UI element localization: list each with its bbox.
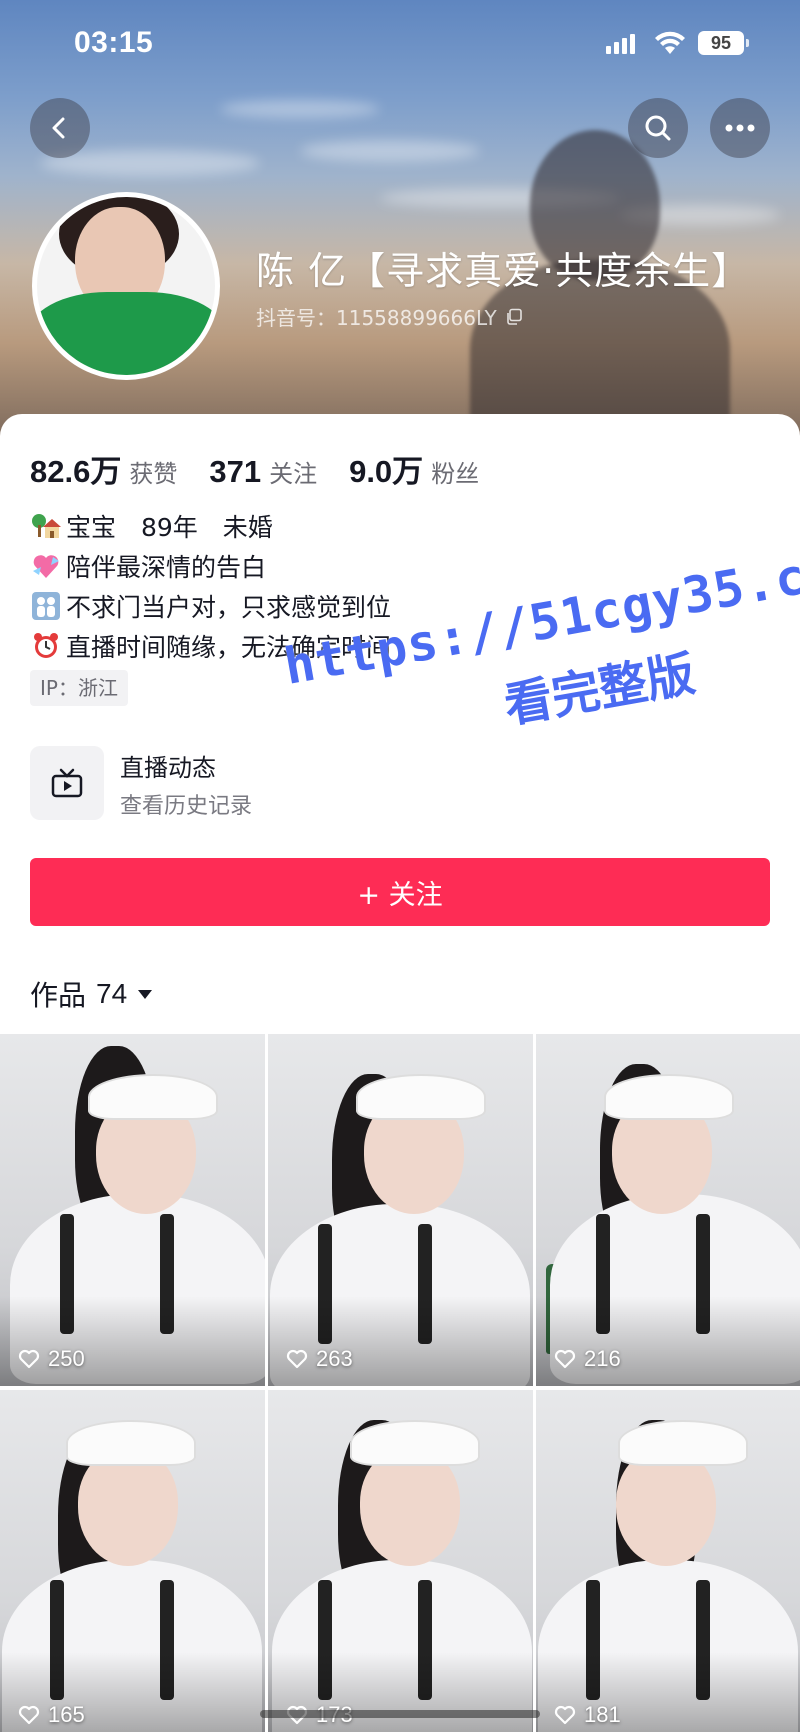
video-likes-count: 216 [584, 1346, 621, 1371]
profile-card: 82.6万 获赞 371 关注 9.0万 粉丝 宝宝 89年 未婚 陪伴最深情的… [0, 414, 800, 1034]
video-likes: 165 [18, 1702, 85, 1728]
heart-outline-icon [554, 1349, 576, 1369]
search-button[interactable] [628, 98, 688, 158]
signal-icon [606, 32, 636, 54]
more-dots-icon [725, 124, 755, 132]
douyin-id-value: 11558899666LY [336, 306, 497, 330]
tab-works[interactable]: 作品 74 [30, 974, 153, 1014]
bio-text: 陪伴最深情的告白 [66, 553, 267, 582]
more-button[interactable] [710, 98, 770, 158]
video-grid: 250 263 216 165 181 [0, 1034, 800, 1732]
bio-line: 直播时间随缘，无法确定时间 [30, 626, 391, 666]
live-entry-title: 直播动态 [120, 754, 216, 782]
cloud [300, 140, 480, 162]
bio-line: 宝宝 89年 未婚 [30, 506, 391, 546]
video-likes: 216 [554, 1346, 621, 1372]
video-likes-count: 250 [48, 1346, 85, 1371]
home-indicator [260, 1710, 540, 1718]
status-time: 03:15 [74, 26, 154, 59]
cloud [220, 100, 380, 118]
bio-line: 不求门当户对，只求感觉到位 [30, 586, 391, 626]
bio-text: 直播时间随缘，无法确定时间 [66, 633, 392, 662]
heart-outline-icon [18, 1705, 40, 1725]
douyin-id-label: 抖音号： [256, 306, 336, 330]
video-likes-count: 165 [48, 1702, 85, 1727]
avatar[interactable] [32, 192, 220, 380]
works-count: 74 [96, 978, 128, 1009]
heart-ribbon-icon [30, 550, 62, 582]
heart-outline-icon [18, 1349, 40, 1369]
likes-label: 获赞 [129, 460, 178, 488]
heart-outline-icon [554, 1705, 576, 1725]
house-tree-icon [30, 510, 62, 542]
battery-icon: 95 [698, 31, 749, 55]
live-entry-subtitle: 查看历史记录 [120, 794, 253, 819]
video-tile[interactable]: 181 [536, 1390, 800, 1732]
ip-location-tag: IP：浙江 [30, 670, 128, 706]
status-bar: 03:15 95 [0, 0, 800, 90]
bio-text: 不求门当户对，只求感觉到位 [66, 593, 392, 622]
wifi-icon [655, 31, 685, 54]
video-likes: 250 [18, 1346, 85, 1372]
video-likes-count: 263 [316, 1346, 353, 1371]
bio: 宝宝 89年 未婚 陪伴最深情的告白 不求门当户对，只求感觉到位 直播时间随缘，… [30, 506, 391, 666]
video-likes-count: 181 [584, 1702, 621, 1727]
video-tile[interactable]: 173 [268, 1390, 533, 1732]
video-tile[interactable]: 165 [0, 1390, 265, 1732]
alarm-clock-icon [30, 630, 62, 662]
works-tab-label: 作品 [30, 979, 87, 1012]
bio-line: 陪伴最深情的告白 [30, 546, 391, 586]
copy-icon[interactable] [505, 308, 523, 326]
douyin-id[interactable]: 抖音号：11558899666LY [256, 302, 523, 331]
caret-down-icon [138, 990, 153, 999]
followers-label: 粉丝 [431, 460, 480, 488]
chevron-left-icon [52, 117, 65, 139]
video-likes: 263 [286, 1346, 353, 1372]
live-history-entry[interactable]: 直播动态 查看历史记录 [30, 746, 530, 826]
stats-row: 82.6万 获赞 371 关注 9.0万 粉丝 [30, 446, 511, 491]
video-tile[interactable]: 263 [268, 1034, 533, 1386]
profile-nickname: 陈 亿【寻求真爱·共度余生】 [256, 249, 751, 293]
bio-text: 宝宝 89年 未婚 [66, 513, 273, 542]
search-icon [645, 115, 671, 141]
following-count[interactable]: 371 [209, 454, 261, 490]
video-tile[interactable]: 250 [0, 1034, 265, 1386]
couple-icon [30, 590, 62, 622]
back-button[interactable] [30, 98, 90, 158]
video-tile[interactable]: 216 [536, 1034, 800, 1386]
follow-button[interactable]: + 关注 [30, 858, 770, 926]
followers-count[interactable]: 9.0万 [349, 446, 423, 491]
heart-outline-icon [286, 1349, 308, 1369]
video-likes: 181 [554, 1702, 621, 1728]
following-label: 关注 [269, 460, 318, 488]
likes-count[interactable]: 82.6万 [30, 446, 121, 491]
tv-icon [30, 746, 104, 820]
